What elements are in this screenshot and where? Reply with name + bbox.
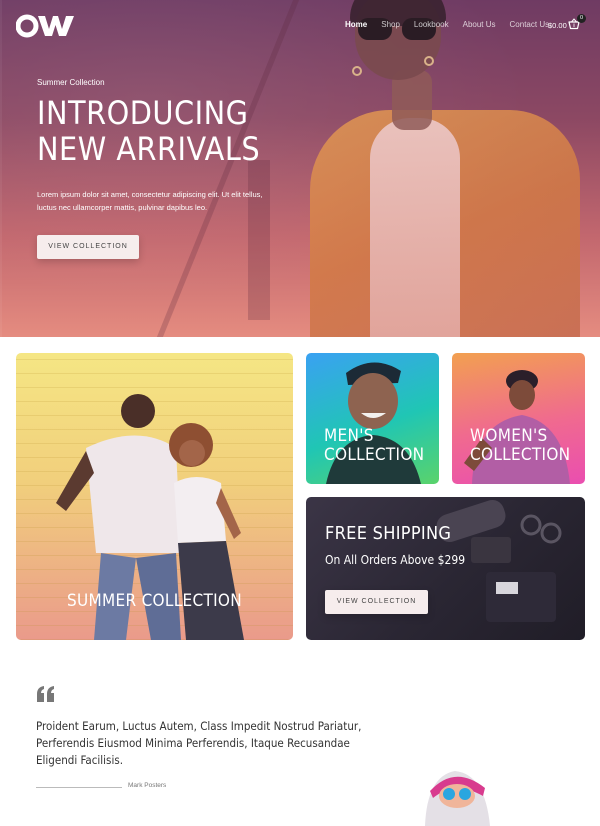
cart-count-badge: 0 — [577, 14, 586, 23]
free-shipping-title: FREE SHIPPING — [325, 523, 452, 544]
womens-collection-title: WOMEN'S COLLECTION — [470, 427, 570, 465]
hero-background-column — [248, 160, 270, 320]
flatlay-accessories-photo — [436, 499, 562, 622]
mens-collection-card[interactable]: MEN'S COLLECTION — [306, 353, 439, 484]
mens-title-line-1: MEN'S — [324, 426, 374, 446]
cart-total[interactable]: $0.00 — [548, 21, 567, 30]
author-divider — [36, 787, 122, 788]
nav-item-lookbook[interactable]: Lookbook — [414, 20, 449, 29]
hero-view-collection-button[interactable]: VIEW COLLECTION — [37, 235, 139, 259]
nav-item-shop[interactable]: Shop — [381, 20, 400, 29]
nav-item-contact-us[interactable]: Contact Us — [510, 20, 550, 29]
womens-collection-card[interactable]: WOMEN'S COLLECTION — [452, 353, 585, 484]
hero-headline-line-1: INTRODUCING — [37, 94, 249, 132]
testimonial-author: Mark Posters — [128, 782, 167, 789]
brand-logo-icon[interactable] — [16, 13, 76, 39]
hero-headline: INTRODUCING NEW ARRIVALS — [37, 95, 297, 167]
main-navigation: Home Shop Lookbook About Us Contact Us — [345, 20, 563, 29]
testimonial-portrait-photo — [425, 771, 490, 826]
testimonial-quote: Proident Earum, Luctus Autem, Class Impe… — [36, 719, 362, 767]
womens-title-line-1: WOMEN'S — [470, 426, 548, 446]
summer-collection-card[interactable]: SUMMER COLLECTION — [16, 353, 293, 640]
shipping-view-collection-button[interactable]: VIEW COLLECTION — [325, 590, 428, 614]
hero-model-earring — [424, 56, 434, 66]
nav-item-home[interactable]: Home — [345, 20, 367, 29]
free-shipping-card[interactable] — [306, 497, 585, 640]
mens-title-line-2: COLLECTION — [324, 445, 425, 465]
hero-eyebrow: Summer Collection — [37, 78, 105, 87]
quote-icon — [37, 686, 54, 702]
hero-headline-line-2: NEW ARRIVALS — [37, 130, 261, 168]
mens-collection-title: MEN'S COLLECTION — [324, 427, 424, 465]
hero-model-shirt — [370, 118, 460, 337]
hero-model-earring — [352, 66, 362, 76]
free-shipping-subtitle: On All Orders Above $299 — [325, 553, 466, 567]
womens-title-line-2: COLLECTION — [470, 445, 571, 465]
nav-item-about-us[interactable]: About Us — [463, 20, 496, 29]
summer-collection-title: SUMMER COLLECTION — [67, 591, 242, 611]
hero-lead-text: Lorem ipsum dolor sit amet, consectetur … — [37, 190, 263, 212]
site-header: Home Shop Lookbook About Us Contact Us $… — [0, 0, 600, 52]
